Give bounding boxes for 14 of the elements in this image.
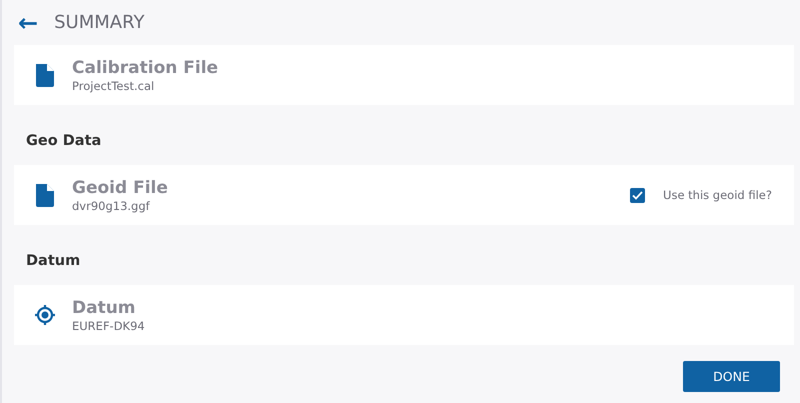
item-title: Datum — [72, 296, 136, 318]
item-subtitle: ProjectTest.cal — [72, 78, 154, 94]
item-title: Calibration File — [72, 56, 218, 78]
checkbox[interactable] — [630, 188, 646, 202]
checkbox-label: Use this geoid file? — [663, 188, 772, 202]
section-heading: Geo Data — [26, 133, 102, 149]
target-icon — [32, 302, 58, 328]
item-title: Geoid File — [72, 176, 168, 198]
section-heading: Datum — [26, 253, 80, 269]
item-subtitle: dvr90g13.ggf — [72, 198, 150, 214]
done-button[interactable]: DONE — [683, 361, 780, 392]
page-title: SUMMARY — [54, 12, 144, 33]
item-subtitle: EUREF-DK94 — [72, 318, 145, 334]
back-button[interactable]: ← — [18, 10, 38, 34]
